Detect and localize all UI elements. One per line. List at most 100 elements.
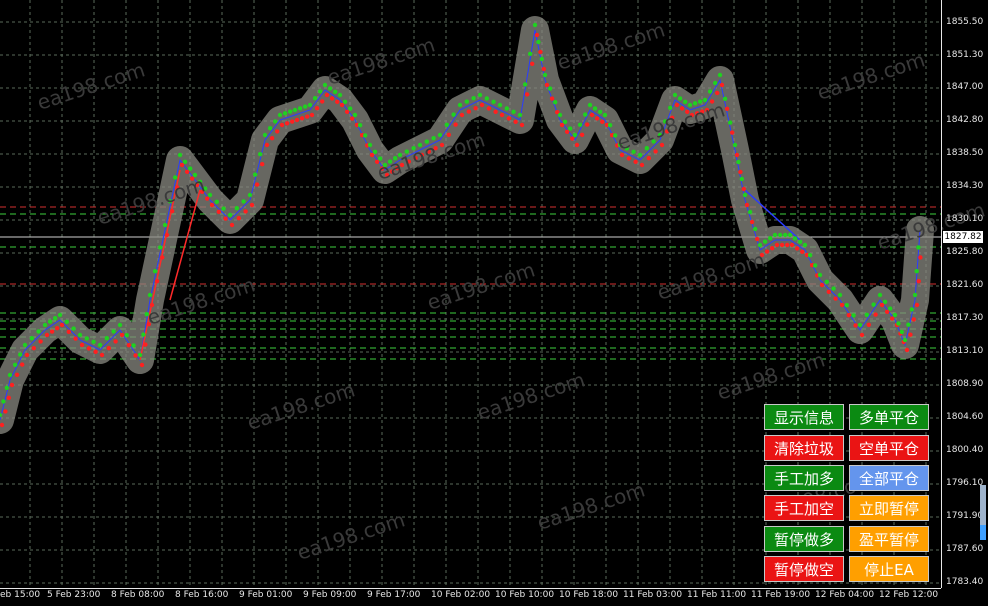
time-tick: 11 Feb 11:00 <box>687 590 747 600</box>
sell-marker <box>329 96 335 101</box>
buy-marker <box>864 312 869 317</box>
buy-marker <box>188 166 193 171</box>
price-tick: 1855.50 <box>946 17 984 27</box>
buy-marker <box>297 106 303 111</box>
buy-marker <box>798 239 803 244</box>
buy-marker <box>844 303 849 308</box>
buy-marker <box>532 22 538 28</box>
chart-window[interactable]: ea198.com ea198.com ea198.com ea198.com ea19… <box>0 0 988 606</box>
sell-marker <box>473 106 478 111</box>
buy-marker <box>451 112 456 117</box>
buy-marker <box>267 126 273 131</box>
sell-marker <box>918 255 923 260</box>
buy-marker <box>598 109 603 115</box>
sell-marker <box>744 202 750 208</box>
scrollbar-thumb[interactable] <box>980 525 986 540</box>
sell-marker <box>904 347 910 353</box>
buy-marker <box>491 99 496 105</box>
buy-marker <box>497 102 503 108</box>
buy-marker <box>367 142 373 148</box>
buy-marker <box>303 104 308 109</box>
watermark-text: ea198.com <box>244 377 358 434</box>
buy-marker <box>547 86 553 91</box>
price-axis-border <box>941 0 942 588</box>
show-info-button[interactable]: 显示信息 <box>764 404 844 430</box>
sell-marker <box>93 349 98 354</box>
buy-marker <box>557 112 563 118</box>
price-tick: 1804.60 <box>946 412 984 422</box>
buy-marker <box>542 72 548 78</box>
manual-add-long-button[interactable]: 手工加多 <box>764 465 844 491</box>
close-long-button[interactable]: 多单平仓 <box>849 404 929 430</box>
sell-marker <box>794 246 800 251</box>
stop-ea-button[interactable]: 停止EA <box>849 556 929 582</box>
time-tick: 5 Feb 23:00 <box>47 590 101 600</box>
sell-marker <box>764 249 770 254</box>
sell-marker <box>819 282 825 288</box>
sell-marker <box>594 116 600 121</box>
clear-junk-button[interactable]: 清除垃圾 <box>764 435 844 461</box>
sell-marker <box>154 279 160 284</box>
time-tick: 12 Feb 12:00 <box>879 590 939 600</box>
sell-marker <box>890 316 895 321</box>
buy-marker <box>277 112 283 118</box>
sell-marker <box>179 162 185 168</box>
buy-marker <box>352 112 358 118</box>
close-all-button[interactable]: 全部平仓 <box>849 465 929 491</box>
sell-marker <box>73 336 78 341</box>
ea-control-panel: 显示信息 多单平仓 清除垃圾 空单平仓 手工加多 全部平仓 手工加空 立即暂停 … <box>762 404 932 584</box>
watermark-text: ea198.com <box>294 507 408 564</box>
buy-marker <box>742 192 748 198</box>
buy-marker <box>572 132 578 138</box>
buy-marker <box>562 119 568 125</box>
buy-marker <box>177 152 183 158</box>
sell-marker <box>916 279 921 284</box>
pause-short-button[interactable]: 暂停做空 <box>764 556 844 582</box>
sell-marker <box>309 112 315 118</box>
buy-marker <box>71 326 76 331</box>
buy-marker <box>477 92 483 98</box>
buy-marker <box>587 102 593 108</box>
buy-marker <box>241 199 246 204</box>
buy-marker <box>1 399 6 404</box>
sell-marker <box>324 92 330 98</box>
buy-marker <box>583 112 588 117</box>
sell-marker <box>659 142 665 148</box>
time-tick: 8 Feb 16:00 <box>175 590 229 600</box>
watermark-text: ea198.com <box>324 32 438 89</box>
close-short-button[interactable]: 空单平仓 <box>849 435 929 461</box>
sell-marker <box>466 109 471 114</box>
buy-marker <box>47 319 53 324</box>
buy-marker <box>322 82 328 88</box>
sell-marker <box>260 162 265 167</box>
sell-marker <box>38 339 43 344</box>
sell-marker <box>320 99 325 104</box>
sell-marker <box>350 116 355 121</box>
sell-marker <box>3 409 8 414</box>
time-tick: 10 Feb 18:00 <box>559 590 619 600</box>
buy-marker <box>162 222 168 228</box>
time-tick: 10 Feb 02:00 <box>431 590 491 600</box>
sell-marker <box>284 121 290 126</box>
pause-now-button[interactable]: 立即暂停 <box>849 495 929 521</box>
buy-marker <box>91 339 96 344</box>
buy-marker <box>637 152 643 158</box>
buy-marker <box>707 89 713 94</box>
buy-marker <box>464 99 469 104</box>
buy-marker <box>813 263 818 268</box>
sell-marker <box>14 372 20 377</box>
watermark-text: ea198.com <box>654 247 768 304</box>
buy-marker <box>739 176 744 182</box>
sell-marker <box>639 162 645 168</box>
sell-marker <box>755 236 760 242</box>
buy-marker <box>511 109 516 115</box>
sell-marker <box>119 332 125 338</box>
profit-close-pause-button[interactable]: 盈平暂停 <box>849 526 929 552</box>
buy-marker <box>522 82 528 87</box>
buy-marker <box>141 332 146 337</box>
price-tick: 1847.00 <box>946 82 984 92</box>
manual-add-short-button[interactable]: 手工加空 <box>764 495 844 521</box>
pause-long-button[interactable]: 暂停做多 <box>764 526 844 552</box>
sell-marker <box>106 346 112 351</box>
buy-marker <box>57 312 63 318</box>
